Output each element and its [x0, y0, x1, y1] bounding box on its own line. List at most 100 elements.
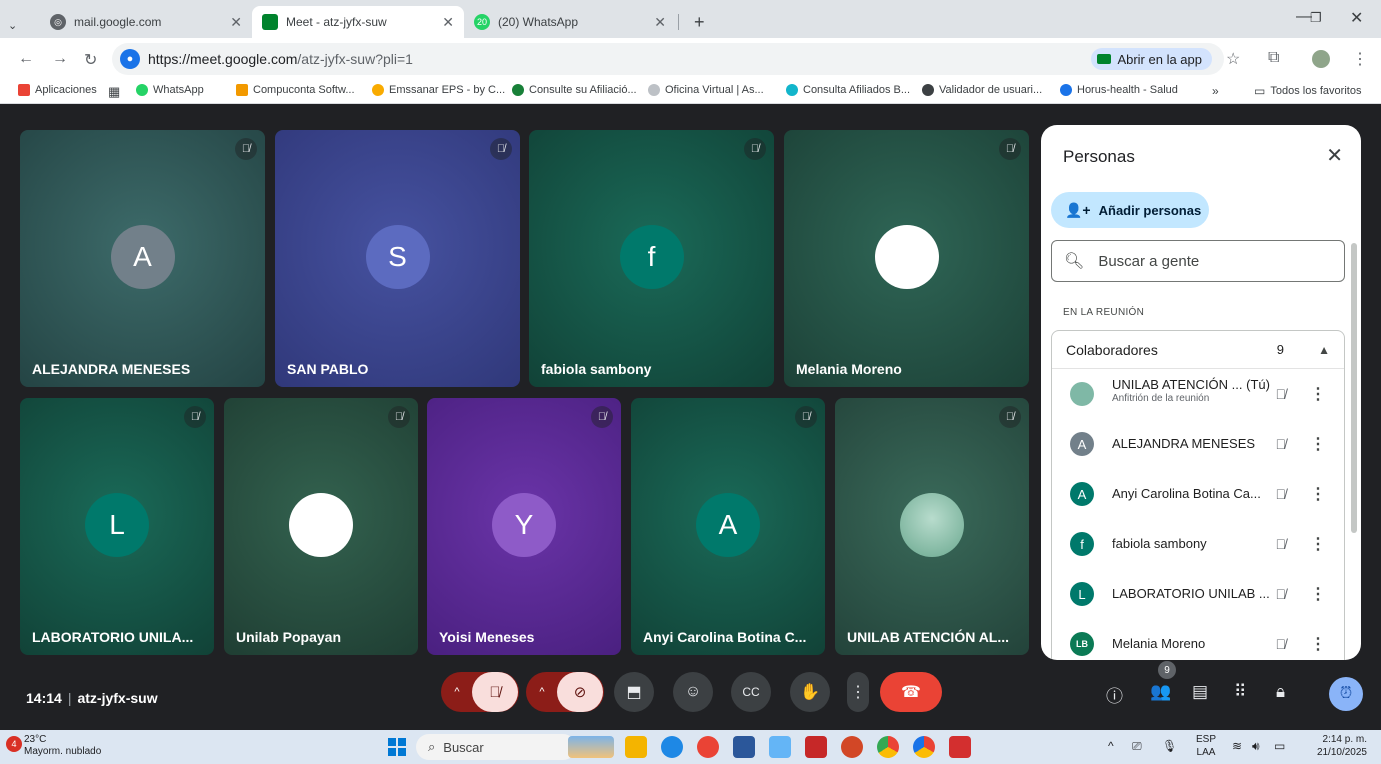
chrome-profile-icon[interactable]: [913, 736, 935, 758]
windows-start-icon[interactable]: [388, 738, 406, 756]
participant-tile[interactable]: 🎙̸ f fabiola sambony: [529, 130, 774, 387]
weather-widget[interactable]: 4 23°C Mayorm. nublado: [6, 734, 101, 758]
more-options-icon[interactable]: ⋮: [1310, 434, 1326, 454]
url-text[interactable]: https://meet.google.com/atz-jyfx-suw?pli…: [148, 51, 413, 67]
activities-grid-icon[interactable]: ⠿: [1234, 682, 1246, 702]
language-indicator[interactable]: ESP LAA: [1196, 733, 1216, 759]
participant-tile[interactable]: 🎙̸ UNILAB ATENCIÓN AL...: [835, 398, 1029, 655]
close-icon[interactable]: ✕: [442, 14, 454, 31]
back-icon[interactable]: ←: [18, 50, 34, 68]
chat-icon[interactable]: ▤: [1192, 682, 1208, 702]
tab-gmail[interactable]: ◎ mail.google.com ✕: [40, 6, 252, 38]
bookmark-apps[interactable]: Aplicaciones: [18, 84, 97, 96]
add-people-button[interactable]: 👤+ Añadir personas: [1051, 192, 1209, 228]
extensions-icon[interactable]: ⧉: [1268, 49, 1279, 67]
mic-off-button[interactable]: 🎙̸: [472, 672, 518, 712]
participant-tile[interactable]: 🎙̸ A Anyi Carolina Botina C...: [631, 398, 825, 655]
list-item[interactable]: L LABORATORIO UNILAB ... 🎙̸ ⋮: [1052, 569, 1344, 619]
more-options-button[interactable]: ⋮: [847, 672, 869, 712]
battery-icon[interactable]: ▭: [1274, 739, 1285, 753]
bookmark-star-icon[interactable]: ☆: [1226, 49, 1240, 69]
participant-tile[interactable]: 🎙̸ LB Melania Moreno: [784, 130, 1029, 387]
microphone-tray-icon[interactable]: 🎙︎: [1162, 739, 1177, 753]
chevron-up-icon[interactable]: ▲: [1318, 343, 1330, 357]
system-clock[interactable]: 2:14 p. m. 21/10/2025: [1317, 733, 1367, 759]
powerpoint-icon[interactable]: [841, 736, 863, 758]
participant-name: fabiola sambony: [541, 361, 652, 377]
bookmark-compuconta[interactable]: Compuconta Softw...: [236, 84, 355, 96]
panel-scrollbar[interactable]: [1351, 243, 1357, 533]
menu-kebab-icon[interactable]: ⋮: [1352, 49, 1368, 69]
address-bar[interactable]: ● https://meet.google.com/atz-jyfx-suw?p…: [112, 43, 1224, 75]
tab-search-dropdown[interactable]: ⌄: [8, 9, 17, 41]
close-icon[interactable]: ✕: [654, 14, 666, 31]
captions-button[interactable]: CC: [731, 672, 771, 712]
bookmark-label: Horus-health - Salud: [1077, 84, 1178, 96]
window-close-icon[interactable]: ✕: [1350, 8, 1363, 28]
list-item[interactable]: f fabiola sambony 🎙̸ ⋮: [1052, 519, 1344, 569]
leave-call-button[interactable]: ☎: [880, 672, 942, 712]
wifi-icon[interactable]: ≋: [1232, 739, 1242, 753]
participant-tile[interactable]: 🎙̸ S SAN PABLO: [275, 130, 520, 387]
microphone-site-icon[interactable]: ●: [120, 49, 140, 69]
list-item[interactable]: LB Melania Moreno 🎙̸ ⋮: [1052, 619, 1344, 660]
forward-icon[interactable]: →: [52, 50, 68, 68]
bookmark-oficina-virtual[interactable]: Oficina Virtual | As...: [648, 84, 764, 96]
news-widget-icon[interactable]: [568, 736, 614, 758]
more-options-icon[interactable]: ⋮: [1310, 384, 1326, 404]
bookmark-afiliacion[interactable]: Consulte su Afiliació...: [512, 84, 637, 96]
more-options-icon[interactable]: ⋮: [1310, 534, 1326, 554]
list-item[interactable]: A ALEJANDRA MENESES 🎙̸ ⋮: [1052, 419, 1344, 469]
participant-tile[interactable]: 🎙̸ L LABORATORIO UNILA...: [20, 398, 214, 655]
bookmark-horus[interactable]: Horus-health - Salud: [1060, 84, 1178, 96]
word-icon[interactable]: [733, 736, 755, 758]
group-header[interactable]: Colaboradores 9 ▲: [1052, 331, 1344, 369]
volume-icon[interactable]: 🔊︎: [1252, 739, 1260, 754]
bookmark-emssanar[interactable]: Emssanar EPS - by C...: [372, 84, 505, 96]
bookmark-all-favorites[interactable]: ▭ Todos los favoritos: [1254, 84, 1361, 98]
participant-tile[interactable]: 🎙̸ LB Unilab Popayan: [224, 398, 418, 655]
reload-icon[interactable]: ↻: [84, 50, 97, 70]
opera-icon[interactable]: [697, 736, 719, 758]
mic-options-chevron-icon[interactable]: ^: [442, 686, 472, 698]
tab-meet[interactable]: Meet - atz-jyfx-suw ✕: [252, 6, 464, 38]
bookmarks-overflow[interactable]: »: [1212, 84, 1219, 98]
camera-options-chevron-icon[interactable]: ^: [527, 686, 557, 698]
more-options-icon[interactable]: ⋮: [1310, 634, 1326, 654]
reactions-button[interactable]: ☺: [673, 672, 713, 712]
raise-hand-button[interactable]: ✋: [790, 672, 830, 712]
bookmark-whatsapp[interactable]: WhatsApp: [136, 84, 204, 96]
participant-tile[interactable]: 🎙̸ A ALEJANDRA MENESES: [20, 130, 265, 387]
meeting-details-icon[interactable]: ⓘ: [1106, 682, 1123, 707]
usb-icon[interactable]: ⎚: [1132, 739, 1142, 754]
bookmark-validador[interactable]: Validador de usuari...: [922, 84, 1042, 96]
app-icon[interactable]: [661, 736, 683, 758]
timer-icon[interactable]: ⏰︎: [1329, 677, 1363, 711]
people-search-input[interactable]: 🔍︎ Buscar a gente: [1051, 240, 1345, 282]
remote-desktop-icon[interactable]: [769, 736, 791, 758]
bookmark-consulta-afiliados[interactable]: Consulta Afiliados B...: [786, 84, 910, 96]
list-item[interactable]: UNILAB ATENCIÓN ... (Tú) Anfitrión de la…: [1052, 369, 1344, 419]
taskbar-search[interactable]: ⌕ Buscar: [416, 734, 576, 760]
close-icon[interactable]: ✕: [230, 14, 242, 31]
open-in-app-button[interactable]: Abrir en la app: [1091, 48, 1212, 70]
new-tab-button[interactable]: +: [684, 6, 715, 38]
host-controls-lock-icon[interactable]: 🔒︎: [1276, 682, 1285, 702]
participant-tile[interactable]: 🎙̸ Y Yoisi Meneses: [427, 398, 621, 655]
acrobat-icon[interactable]: [949, 736, 971, 758]
file-explorer-icon[interactable]: [625, 736, 647, 758]
list-item[interactable]: A Anyi Carolina Botina Ca... 🎙̸ ⋮: [1052, 469, 1344, 519]
more-options-icon[interactable]: ⋮: [1310, 484, 1326, 504]
tab-whatsapp[interactable]: 20 (20) WhatsApp ✕: [464, 6, 676, 38]
chrome-icon[interactable]: [877, 736, 899, 758]
profile-avatar[interactable]: [1312, 50, 1330, 68]
people-icon[interactable]: 👥: [1150, 682, 1171, 702]
mcafee-icon[interactable]: [805, 736, 827, 758]
close-icon[interactable]: ✕: [1326, 143, 1343, 168]
camera-off-button[interactable]: ⊘: [557, 672, 603, 712]
bookmark-grid[interactable]: ▦: [108, 84, 120, 100]
present-screen-button[interactable]: ⬒: [614, 672, 654, 712]
tray-overflow-icon[interactable]: ^: [1108, 739, 1114, 753]
restore-icon[interactable]: ❐: [1310, 10, 1322, 26]
more-options-icon[interactable]: ⋮: [1310, 584, 1326, 604]
